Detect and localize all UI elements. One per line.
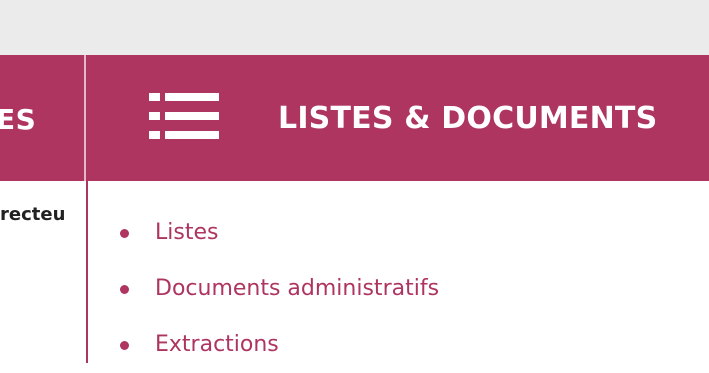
dropdown-item-documents-administratifs[interactable]: Documents administratifs (120, 261, 439, 317)
nav-item-previous[interactable]: ES (0, 55, 84, 181)
dropdown-item-label: Documents administratifs (155, 276, 440, 301)
main-navbar: ES LISTES & DOCUMENTS (0, 55, 709, 181)
dropdown-item-label: Listes (155, 220, 219, 245)
left-panel-text: recteu (0, 204, 66, 225)
list-icon (149, 93, 219, 139)
dropdown-list: Listes Documents administratifs Extracti… (120, 205, 439, 373)
bullet-icon (120, 340, 129, 350)
nav-item-listes-documents-label: LISTES & DOCUMENTS (278, 101, 658, 136)
nav-item-listes-documents[interactable]: LISTES & DOCUMENTS (86, 55, 709, 181)
dropdown-item-label: Extractions (155, 332, 279, 357)
bullet-icon (120, 228, 129, 238)
dropdown-item-extractions[interactable]: Extractions (120, 317, 439, 373)
dropdown-item-listes[interactable]: Listes (120, 205, 439, 261)
nav-item-previous-label: ES (0, 103, 37, 136)
bullet-icon (120, 284, 129, 294)
dropdown-menu: Listes Documents administratifs Extracti… (86, 181, 709, 363)
top-bar (0, 0, 709, 55)
